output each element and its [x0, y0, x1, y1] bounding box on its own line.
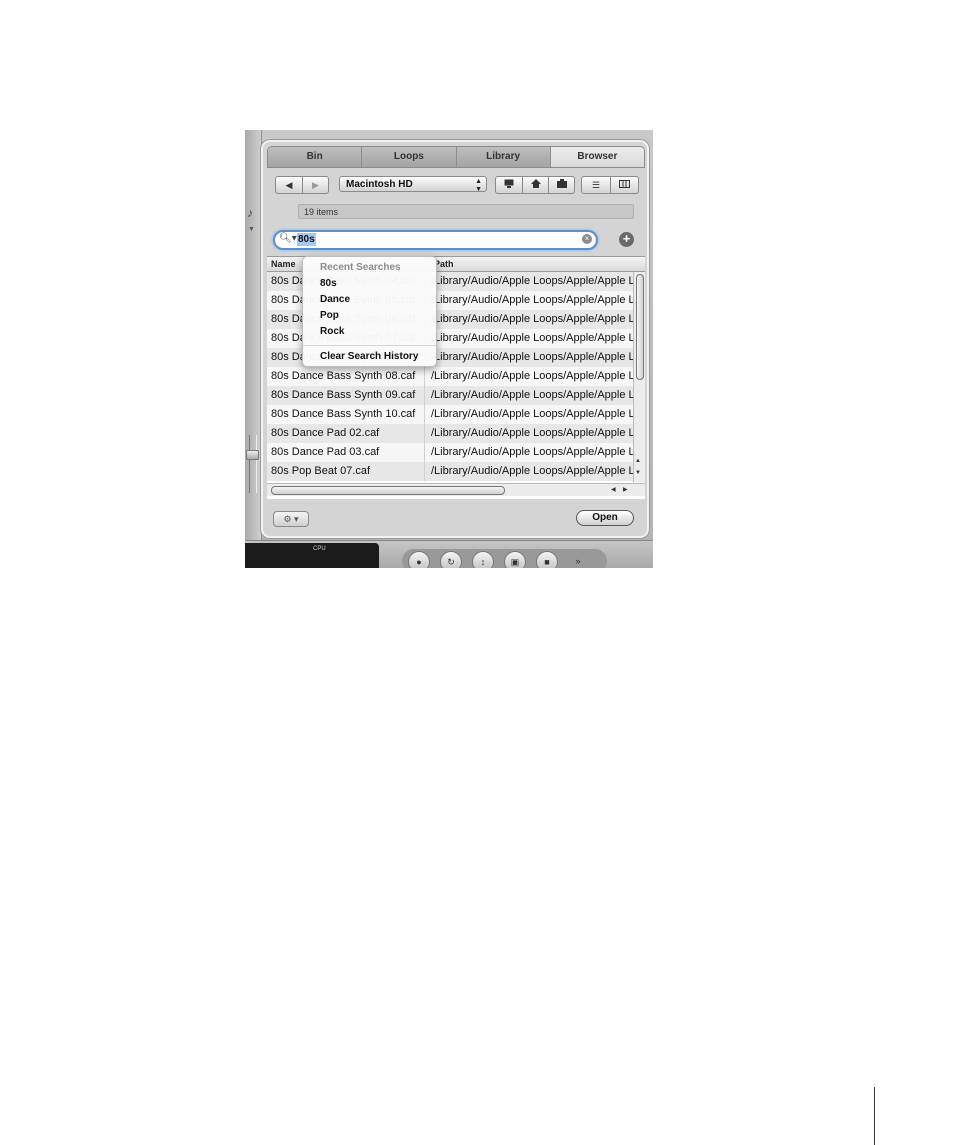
open-button[interactable]: Open [576, 510, 634, 526]
fast-forward-icon[interactable]: » [568, 551, 588, 568]
item-count: 19 items [298, 204, 634, 219]
scroll-down-arrow-icon[interactable]: ▼ [635, 470, 641, 476]
column-header-name[interactable]: Name [271, 257, 296, 271]
cell-path: /Library/Audio/Apple Loops/Apple/Apple L… [431, 446, 633, 458]
tab-library[interactable]: Library [456, 147, 551, 167]
cell-path: /Library/Audio/Apple Loops/Apple/Apple L… [431, 332, 633, 344]
browser-panel: Bin Loops Library Browser ◀ ▶ Macintosh … [261, 140, 649, 538]
scroll-right-arrow-icon[interactable]: ▶ [623, 484, 628, 496]
cell-name: 80s Dance Pad 02.caf [267, 424, 425, 443]
column-view-icon[interactable] [611, 177, 638, 193]
save-icon[interactable]: ▣ [504, 551, 526, 568]
table-row[interactable]: 80s Dance Pad 02.caf/Library/Audio/Apple… [267, 424, 633, 443]
menu-item-recent[interactable]: Dance [320, 294, 350, 305]
left-strip: ♪ ▼ [245, 130, 262, 540]
action-menu-button[interactable]: ⚙ ▾ [273, 511, 309, 527]
tab-bar: Bin Loops Library Browser [267, 146, 645, 168]
menu-separator [303, 345, 436, 346]
scrub-icon[interactable]: ↕ [472, 551, 494, 568]
tab-loops[interactable]: Loops [362, 147, 457, 167]
view-mode-group: ☰ [581, 176, 639, 194]
location-label: Macintosh HD [346, 179, 413, 190]
loop-icon[interactable]: ↻ [440, 551, 462, 568]
slider-knob[interactable] [246, 450, 259, 460]
slider-track [249, 435, 257, 493]
menu-item-recent[interactable]: Pop [320, 310, 339, 321]
popup-arrows-icon: ▲ ▼ [475, 178, 482, 193]
cell-path: /Library/Audio/Apple Loops/Apple/Apple L… [431, 275, 633, 287]
browser-toolbar: ◀ ▶ Macintosh HD ▲ ▼ ☰ [275, 176, 641, 194]
cell-path: /Library/Audio/Apple Loops/Apple/Apple L… [431, 408, 633, 420]
menu-item-recent[interactable]: 80s [320, 278, 337, 289]
recent-searches-menu: Recent Searches 80s Dance Pop Rock Clear… [302, 256, 437, 367]
browser-screenshot: ♪ ▼ Bin Loops Library Browser ◀ ▶ Macint… [245, 130, 653, 568]
music-note-icon: ♪ [247, 206, 253, 220]
gear-icon: ⚙ ▾ [283, 514, 299, 524]
cell-path: /Library/Audio/Apple Loops/Apple/Apple L… [431, 465, 633, 477]
cpu-label: CPU [313, 546, 326, 552]
project-folder-icon[interactable] [549, 177, 574, 193]
back-forward-group: ◀ ▶ [275, 176, 329, 194]
table-row[interactable]: 80s Dance Pad 03.caf/Library/Audio/Apple… [267, 443, 633, 462]
record-icon[interactable]: ● [408, 551, 430, 568]
places-group [495, 176, 575, 194]
menu-item-recent[interactable]: Rock [320, 326, 344, 337]
cpu-meter: CPU [245, 543, 379, 568]
computer-icon[interactable] [496, 177, 523, 193]
table-row[interactable]: 80s Dance Bass Synth 10.caf/Library/Audi… [267, 405, 633, 424]
cell-path: /Library/Audio/Apple Loops/Apple/Apple L… [431, 313, 633, 325]
table-row[interactable]: 80s Dance Bass Synth 09.caf/Library/Audi… [267, 386, 633, 405]
cell-name: 80s Dance Bass Synth 10.caf [267, 405, 425, 424]
disclosure-triangle-icon[interactable]: ▼ [248, 226, 255, 233]
back-arrow-icon[interactable]: ◀ [276, 177, 303, 193]
list-view-icon[interactable]: ☰ [582, 177, 611, 193]
cell-path: /Library/Audio/Apple Loops/Apple/Apple L… [431, 389, 633, 401]
transport-strip: CPU ● ↻ ↕ ▣ ■ » [245, 540, 653, 568]
page-margin-rule [874, 1087, 875, 1145]
table-row[interactable]: 80s Dance Bass Synth 08.caf/Library/Audi… [267, 367, 633, 386]
transport-controls: ● ↻ ↕ ▣ ■ » [402, 549, 607, 568]
stop-icon[interactable]: ■ [536, 551, 558, 568]
cell-path: /Library/Audio/Apple Loops/Apple/Apple L… [431, 351, 633, 363]
horizontal-scroll-thumb[interactable] [271, 486, 505, 495]
tab-bin[interactable]: Bin [268, 147, 363, 167]
search-field[interactable]: 🔍︎▾ 80s × [273, 230, 598, 250]
cell-name: 80s Pop Beat 07.caf [267, 462, 425, 481]
cell-path: /Library/Audio/Apple Loops/Apple/Apple L… [431, 370, 633, 382]
cell-path: /Library/Audio/Apple Loops/Apple/Apple L… [431, 294, 633, 306]
cell-name: 80s Dance Bass Synth 08.caf [267, 367, 425, 386]
clear-search-history-item[interactable]: Clear Search History [320, 351, 418, 362]
cell-name: 80s Dance Pad 03.caf [267, 443, 425, 462]
menu-header: Recent Searches [320, 262, 401, 273]
horizontal-scrollbar[interactable]: ◀ ▶ [267, 483, 645, 496]
home-icon[interactable] [523, 177, 549, 193]
scroll-up-arrow-icon[interactable]: ▲ [635, 458, 641, 464]
cell-name: 80s Dance Bass Synth 09.caf [267, 386, 425, 405]
search-icon[interactable]: 🔍︎▾ [279, 233, 297, 244]
scroll-left-arrow-icon[interactable]: ◀ [611, 484, 616, 496]
forward-arrow-icon[interactable]: ▶ [303, 177, 328, 193]
location-popup[interactable]: Macintosh HD ▲ ▼ [339, 176, 487, 193]
add-search-button[interactable]: + [619, 232, 634, 247]
cell-path: /Library/Audio/Apple Loops/Apple/Apple L… [431, 427, 633, 439]
table-row[interactable]: 80s Pop Beat 07.caf/Library/Audio/Apple … [267, 462, 633, 481]
search-input[interactable]: 80s [297, 233, 316, 246]
vertical-scrollbar[interactable]: ▲ ▼ [633, 272, 645, 482]
tab-browser[interactable]: Browser [550, 147, 644, 167]
clear-search-icon[interactable]: × [582, 234, 592, 244]
vertical-scroll-thumb[interactable] [636, 274, 644, 380]
